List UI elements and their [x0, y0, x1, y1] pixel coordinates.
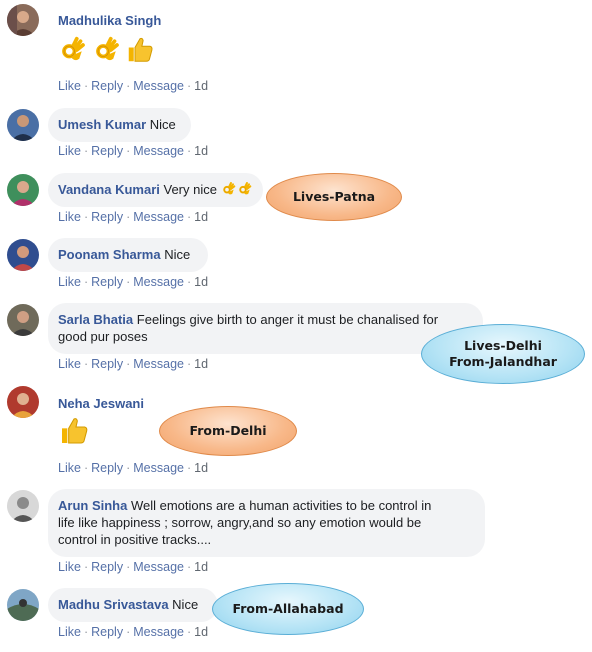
comment-actions: Like · Reply · Message · 1d [58, 357, 209, 371]
avatar[interactable] [7, 589, 39, 621]
message-link[interactable]: Message [133, 144, 184, 158]
comment-body: Neha Jeswani [58, 395, 144, 412]
comment-bubble: Arun Sinha Well emotions are a human act… [48, 489, 485, 557]
like-link[interactable]: Like [58, 625, 81, 639]
like-link[interactable]: Like [58, 210, 81, 224]
commenter-name[interactable]: Sarla Bhatia [58, 312, 133, 327]
ok-hand-icon [237, 181, 253, 197]
avatar[interactable] [7, 490, 39, 522]
reply-link[interactable]: Reply [91, 79, 123, 93]
timestamp[interactable]: 1d [194, 79, 208, 93]
emoji-row [58, 415, 90, 447]
comment-text: Feelings give birth to anger it must be … [136, 312, 439, 327]
annotation-label: From-Jalandhar [449, 354, 557, 369]
commenter-name[interactable]: Madhulika Singh [58, 13, 161, 28]
comment-text: Well emotions are a human activities to … [130, 498, 432, 513]
timestamp[interactable]: 1d [194, 357, 208, 371]
comment-text: Very nice [163, 182, 217, 197]
reply-link[interactable]: Reply [91, 275, 123, 289]
comment-actions: Like · Reply · Message · 1d [58, 625, 209, 639]
comment-actions: Like · Reply · Message · 1d [58, 461, 209, 475]
comment-text: Nice [164, 247, 191, 262]
timestamp[interactable]: 1d [194, 560, 208, 574]
comment-bubble: Vandana Kumari Very nice [48, 173, 263, 207]
comment-actions: Like · Reply · Message · 1d [58, 275, 209, 289]
comment-actions: Like · Reply · Message · 1d [58, 210, 209, 224]
annotation-label: Lives-Delhi [464, 338, 542, 353]
thumbs-up-icon [125, 35, 155, 65]
commenter-name[interactable]: Poonam Sharma [58, 247, 161, 262]
commenter-name[interactable]: Arun Sinha [58, 498, 127, 513]
like-link[interactable]: Like [58, 560, 81, 574]
comment-bubble: Sarla Bhatia Feelings give birth to ange… [48, 303, 483, 354]
timestamp[interactable]: 1d [194, 210, 208, 224]
emoji-row [58, 35, 155, 65]
avatar[interactable] [7, 4, 39, 36]
comment-text: Nice [149, 117, 176, 132]
message-link[interactable]: Message [133, 210, 184, 224]
annotation-label: From-Allahabad [232, 601, 344, 616]
reply-link[interactable]: Reply [91, 210, 123, 224]
annotation-label: Lives-Patna [292, 189, 376, 204]
commenter-name[interactable]: Vandana Kumari [58, 182, 160, 197]
comment-text-line2: good pur poses [58, 329, 148, 344]
commenter-name[interactable]: Madhu Srivastava [58, 597, 169, 612]
timestamp[interactable]: 1d [194, 275, 208, 289]
comment-actions: Like · Reply · Message · 1d [58, 560, 209, 574]
message-link[interactable]: Message [133, 275, 184, 289]
comment-bubble: Poonam Sharma Nice [48, 238, 208, 272]
timestamp[interactable]: 1d [194, 461, 208, 475]
comment-text: Nice [172, 597, 199, 612]
message-link[interactable]: Message [133, 461, 184, 475]
ok-hand-icon [221, 181, 237, 197]
like-link[interactable]: Like [58, 275, 81, 289]
like-link[interactable]: Like [58, 79, 81, 93]
reply-link[interactable]: Reply [91, 144, 123, 158]
comment-body: Madhulika Singh [58, 12, 161, 29]
annotation-from-delhi: From-Delhi [159, 406, 297, 456]
comment-actions: Like · Reply · Message · 1d [58, 79, 209, 93]
thumbs-up-icon [58, 415, 90, 447]
timestamp[interactable]: 1d [194, 144, 208, 158]
like-link[interactable]: Like [58, 144, 81, 158]
reply-link[interactable]: Reply [91, 625, 123, 639]
message-link[interactable]: Message [133, 560, 184, 574]
message-link[interactable]: Message [133, 357, 184, 371]
avatar[interactable] [7, 109, 39, 141]
annotation-from-allahabad: From-Allahabad [212, 583, 364, 635]
comment-bubble: Umesh Kumar Nice [48, 108, 191, 142]
commenter-name[interactable]: Neha Jeswani [58, 396, 144, 411]
annotation-lives-patna: Lives-Patna [266, 173, 402, 221]
ok-hand-icon [92, 35, 122, 65]
comment-text-line3: control in positive tracks.... [58, 532, 212, 547]
avatar[interactable] [7, 174, 39, 206]
reply-link[interactable]: Reply [91, 461, 123, 475]
comment-bubble: Madhu Srivastava Nice [48, 588, 218, 622]
comment-text-line2: life like happiness ; sorrow, angry,and … [58, 515, 422, 530]
commenter-name[interactable]: Umesh Kumar [58, 117, 146, 132]
reply-link[interactable]: Reply [91, 357, 123, 371]
annotation-lives-delhi-from-jalandhar: Lives-Delhi From-Jalandhar [421, 324, 585, 384]
annotation-label: From-Delhi [189, 423, 267, 438]
comment-actions: Like · Reply · Message · 1d [58, 144, 209, 158]
timestamp[interactable]: 1d [194, 625, 208, 639]
message-link[interactable]: Message [133, 625, 184, 639]
reply-link[interactable]: Reply [91, 560, 123, 574]
avatar[interactable] [7, 304, 39, 336]
like-link[interactable]: Like [58, 357, 81, 371]
ok-hand-icon [58, 35, 88, 65]
avatar[interactable] [7, 386, 39, 418]
like-link[interactable]: Like [58, 461, 81, 475]
avatar[interactable] [7, 239, 39, 271]
message-link[interactable]: Message [133, 79, 184, 93]
